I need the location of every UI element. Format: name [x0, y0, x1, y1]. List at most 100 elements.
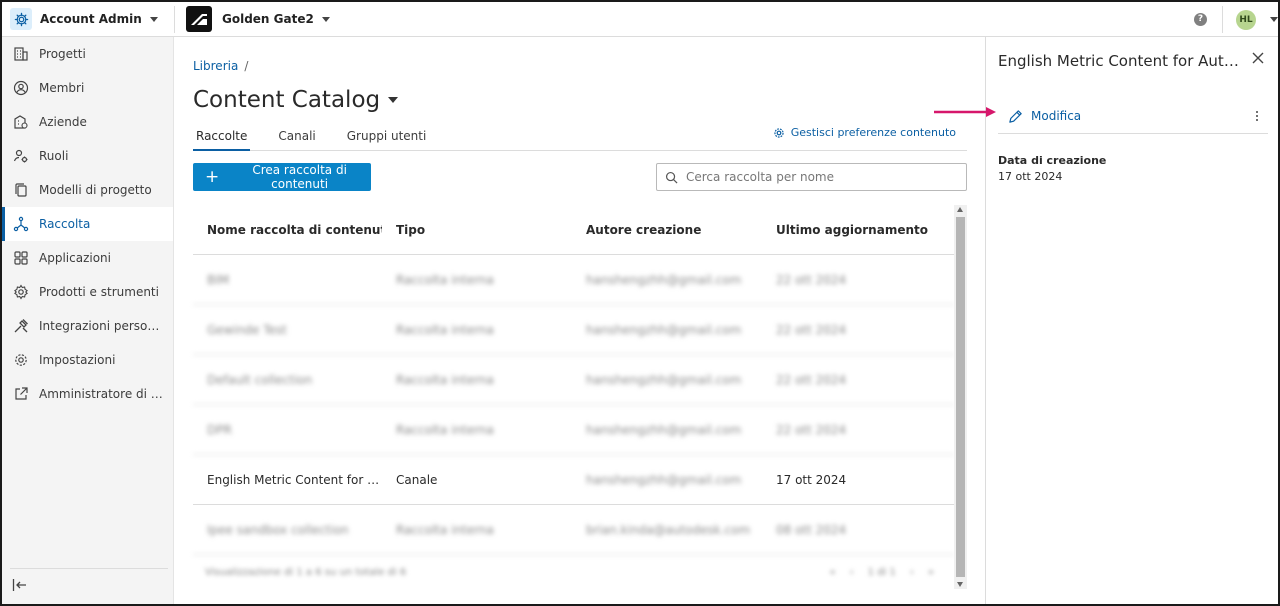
sidebar-item-aziende[interactable]: Aziende — [2, 105, 173, 139]
table-scrollbar[interactable] — [954, 205, 967, 589]
creation-date-value: 17 ott 2024 — [998, 170, 1063, 183]
more-options-icon[interactable] — [1256, 111, 1258, 121]
cell-type: Raccolta interna — [396, 422, 494, 437]
search-box[interactable] — [656, 163, 967, 191]
column-header-last-updated[interactable]: Ultimo aggiornamento — [762, 223, 954, 237]
previous-page-button[interactable]: ‹ — [850, 567, 854, 578]
sidebar-item-progetti[interactable]: Progetti — [2, 37, 173, 71]
sidebar-item-amministratore-di-bim[interactable]: Amministratore di BIM... — [2, 377, 173, 411]
edit-button[interactable]: Modifica — [1008, 109, 1081, 124]
close-icon[interactable] — [1252, 52, 1264, 67]
external-link-icon — [12, 385, 30, 403]
user-gear-icon — [12, 147, 30, 165]
sidebar-item-label: Aziende — [39, 115, 87, 129]
sidebar-item-membri[interactable]: Membri — [2, 71, 173, 105]
cell-type: Canale — [396, 472, 438, 487]
chevron-down-icon — [321, 16, 330, 22]
cog-box-icon — [12, 283, 30, 301]
collections-table: Nome raccolta di contenuti Tipo Autore c… — [193, 205, 954, 589]
cell-name: BIM — [207, 272, 230, 287]
divider — [10, 568, 168, 569]
first-page-button[interactable]: « — [830, 567, 836, 578]
sidebar-item-impostazioni[interactable]: Impostazioni — [2, 343, 173, 377]
cell-date: 22 ott 2024 — [776, 322, 847, 337]
sidebar-item-raccolta[interactable]: Raccolta — [2, 207, 173, 241]
cell-date: 22 ott 2024 — [776, 372, 847, 387]
cell-author: hanshengzhh@gmail.com — [586, 372, 742, 387]
cell-name: Default collection — [207, 372, 313, 387]
breadcrumb: Libreria / — [193, 59, 248, 73]
chevron-down-icon[interactable] — [1270, 17, 1278, 22]
sidebar-item-label: Prodotti e strumenti — [39, 285, 159, 299]
column-header-label: Nome raccolta di contenuti — [207, 222, 382, 237]
next-page-button[interactable]: › — [910, 567, 914, 578]
cell-date: 22 ott 2024 — [776, 272, 847, 287]
sidebar: Progetti Membri Aziende Ruoli Modelli di… — [2, 37, 174, 604]
avatar[interactable]: HL — [1236, 10, 1256, 30]
search-input[interactable] — [686, 170, 956, 184]
breadcrumb-link-libreria[interactable]: Libreria — [193, 59, 238, 73]
sidebar-item-label: Impostazioni — [39, 353, 116, 367]
create-collection-button[interactable]: + Crea raccolta di contenuti — [193, 163, 371, 191]
table-row-selected[interactable]: English Metric Content for Aut... Canale… — [193, 455, 954, 505]
project-name: Golden Gate2 — [222, 12, 314, 26]
table-row[interactable]: Ipee sandbox collection Raccolta interna… — [193, 505, 954, 555]
cell-author: hanshengzhh@gmail.com — [586, 272, 742, 287]
column-header-author[interactable]: Autore creazione — [572, 223, 762, 237]
scrollbar-thumb[interactable] — [956, 217, 965, 577]
cell-name: Ipee sandbox collection — [207, 522, 349, 537]
table-row[interactable]: BIM Raccolta interna hanshengzhh@gmail.c… — [193, 255, 954, 305]
last-page-button[interactable]: » — [928, 567, 934, 578]
scroll-up-arrow-icon[interactable] — [957, 207, 963, 212]
table-row[interactable]: DPR Raccolta interna hanshengzhh@gmail.c… — [193, 405, 954, 455]
sidebar-item-label: Raccolta — [39, 217, 91, 231]
page-indicator: 1 di 1 — [867, 566, 896, 578]
manage-content-preferences-link[interactable]: Gestisci preferenze contenuto — [773, 126, 956, 139]
cell-name: DPR — [207, 422, 232, 437]
main-content: Libreria / Content Catalog Raccolte Canal… — [174, 37, 985, 604]
plus-icon: + — [205, 166, 220, 187]
cell-author: hanshengzhh@gmail.com — [586, 472, 742, 487]
manage-content-preferences-label: Gestisci preferenze contenuto — [790, 126, 956, 139]
cell-type: Raccolta interna — [396, 372, 494, 387]
tab-canali[interactable]: Canali — [275, 129, 318, 151]
grid-icon — [12, 249, 30, 267]
sidebar-item-integrazioni-personali[interactable]: Integrazioni personali... — [2, 309, 173, 343]
details-panel: English Metric Content for Autodesk Modi… — [985, 37, 1278, 604]
breadcrumb-separator: / — [244, 59, 249, 73]
table-row[interactable]: Default collection Raccolta interna hans… — [193, 355, 954, 405]
sidebar-item-label: Applicazioni — [39, 251, 111, 265]
gear-icon — [773, 127, 785, 139]
cell-date: 22 ott 2024 — [776, 422, 847, 437]
project-selector[interactable]: Golden Gate2 — [186, 6, 330, 32]
tab-gruppi-utenti[interactable]: Gruppi utenti — [344, 129, 430, 151]
table-footer: Visualizzazione di 1 a 6 su un totale di… — [193, 555, 954, 589]
create-collection-label: Crea raccolta di contenuti — [252, 163, 347, 191]
cell-author: hanshengzhh@gmail.com — [586, 322, 742, 337]
table-row[interactable]: Gewinde Test Raccolta interna hanshengzh… — [193, 305, 954, 355]
cell-type: Raccolta interna — [396, 522, 494, 537]
gear-icon — [12, 351, 30, 369]
table-header: Nome raccolta di contenuti Tipo Autore c… — [193, 205, 954, 255]
column-header-name[interactable]: Nome raccolta di contenuti — [193, 223, 382, 237]
sidebar-item-applicazioni[interactable]: Applicazioni — [2, 241, 173, 275]
search-icon — [665, 171, 678, 184]
sidebar-item-prodotti-e-strumenti[interactable]: Prodotti e strumenti — [2, 275, 173, 309]
sidebar-item-ruoli[interactable]: Ruoli — [2, 139, 173, 173]
network-icon — [12, 215, 30, 233]
user-circle-icon — [12, 79, 30, 97]
account-admin-menu[interactable]: Account Admin — [10, 7, 158, 31]
scroll-down-arrow-icon[interactable] — [957, 582, 963, 587]
settings-gear-icon — [10, 8, 32, 30]
sidebar-item-modelli-di-progetto[interactable]: Modelli di progetto — [2, 173, 173, 207]
app-window: Account Admin Golden Gate2 ? HL Progetti… — [0, 0, 1280, 606]
building-icon — [12, 45, 30, 63]
project-logo-icon — [186, 6, 212, 32]
column-header-type[interactable]: Tipo — [382, 223, 572, 237]
help-icon[interactable]: ? — [1194, 13, 1207, 26]
page-title-dropdown[interactable]: Content Catalog — [193, 87, 399, 113]
sidebar-item-label: Amministratore di BIM... — [39, 387, 164, 401]
collapse-sidebar-icon[interactable] — [12, 578, 28, 595]
tab-raccolte[interactable]: Raccolte — [193, 129, 251, 151]
tools-icon — [12, 317, 30, 335]
